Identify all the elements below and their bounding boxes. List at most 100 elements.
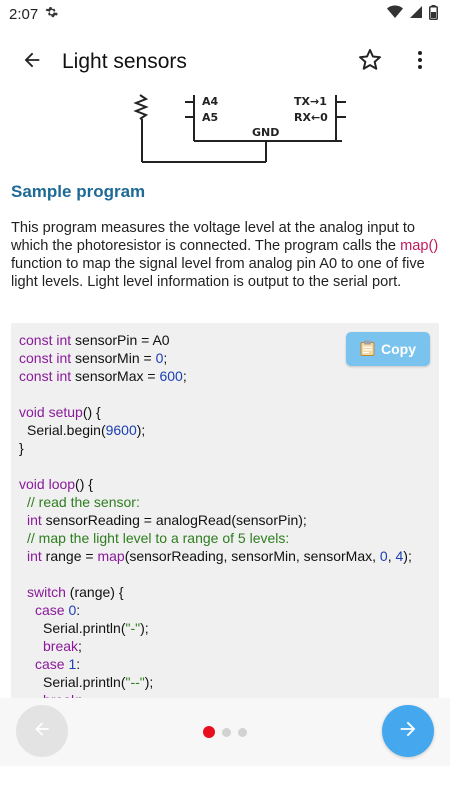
code-token: int [27, 548, 42, 564]
code-line: void setup() { [19, 403, 412, 421]
pin-label-tx: TX→1 [294, 95, 327, 108]
code-token: ; [163, 350, 168, 366]
code-token: (sensorReading, sensorMin, sensorMax, [124, 548, 380, 564]
code-token: 0 [379, 548, 388, 564]
code-token: int [27, 512, 42, 528]
code-token: sensorMax = [71, 368, 160, 384]
code-token: sensorReading = analogRead(sensorPin); [41, 512, 307, 528]
code-line: Serial.begin(9600); [19, 421, 412, 439]
code-token: ); [403, 548, 412, 564]
code-token: loop [48, 476, 76, 492]
code-token: // read the sensor: [27, 494, 140, 510]
pin-label-a5: A5 [202, 111, 219, 124]
status-time: 2:07 [9, 5, 39, 23]
code-line: int range = map(sensorReading, sensorMin… [19, 547, 412, 565]
code-token: Serial.println( [43, 674, 126, 690]
code-token: const int [19, 368, 72, 384]
previous-page-button[interactable] [16, 705, 68, 757]
copy-label: Copy [381, 341, 416, 357]
code-token: sensorPin = A0 [71, 332, 170, 348]
lesson-content[interactable]: A4 A5 TX→1 RX←0 GND Sample program This … [0, 90, 450, 698]
code-token: void [19, 476, 45, 492]
page-dot[interactable] [222, 727, 231, 737]
code-token: ); [140, 620, 149, 636]
code-token: void [19, 404, 45, 420]
code-line: Serial.println("-"); [19, 619, 412, 637]
description-paragraph: This program measures the voltage level … [11, 219, 439, 291]
code-token: (range) { [65, 584, 124, 600]
code-line: case 0: [19, 601, 412, 619]
pin-label-a4: A4 [202, 95, 219, 108]
code-token: () { [75, 476, 93, 492]
code-token: 600 [159, 368, 183, 384]
code-block[interactable]: const int sensorPin = A0 const int sensor… [11, 323, 439, 698]
arrow-right-icon [397, 718, 419, 745]
description-text-2: function to map the signal level from an… [11, 256, 425, 290]
page-dot[interactable] [203, 726, 215, 738]
code-token: } [19, 440, 24, 456]
code-token: range = [41, 548, 98, 564]
favorite-button[interactable] [348, 40, 392, 84]
code-token: const int [19, 332, 72, 348]
code-line: // map the light level to a range of 5 l… [19, 529, 412, 547]
back-button[interactable] [4, 34, 60, 90]
code-token: Serial.println( [43, 620, 126, 636]
code-token: ); [136, 422, 146, 438]
app-bar: Light sensors [0, 34, 450, 90]
code-token: ; [182, 368, 187, 384]
code-token: case [35, 656, 65, 672]
page-title: Light sensors [62, 50, 187, 73]
code-token: Serial.begin( [27, 422, 106, 438]
section-title: Sample program [11, 182, 146, 201]
code-token: : [76, 602, 81, 618]
more-options-button[interactable] [398, 40, 442, 84]
code-token: setup [48, 404, 83, 420]
code-token: ; [78, 638, 82, 654]
gear-icon [44, 5, 59, 24]
code-line: // read the sensor: [19, 493, 412, 511]
signal-icon [409, 5, 423, 23]
code-token: 9600 [105, 422, 137, 438]
pin-label-rx: RX←0 [294, 111, 328, 124]
arrow-left-icon [32, 719, 52, 744]
code-line: case 1: [19, 655, 412, 673]
code-line: Serial.println("--"); [19, 673, 412, 691]
code-token: , [387, 548, 396, 564]
code-token: () { [82, 404, 101, 420]
page-dot[interactable] [238, 727, 247, 737]
code-line: break; [19, 691, 412, 698]
wifi-icon [387, 5, 403, 23]
code-line: int sensorReading = analogRead(sensorPin… [19, 511, 412, 529]
copy-button[interactable]: Copy [346, 332, 430, 366]
code-line: const int sensorMax = 600; [19, 367, 412, 385]
star-outline-icon [357, 47, 383, 78]
clipboard-icon [360, 340, 375, 359]
code-token: switch [27, 584, 66, 600]
code-line: void loop() { [19, 475, 412, 493]
code-token: break [43, 638, 79, 654]
code-token: "--" [125, 674, 145, 690]
code-token: ); [144, 674, 154, 690]
bottom-navigation [0, 698, 450, 766]
code-token: : [76, 656, 81, 672]
page-indicator [203, 726, 247, 738]
code-line: switch (range) { [19, 583, 412, 601]
code-text: const int sensorPin = A0 const int sensor… [19, 331, 412, 698]
code-token: // map the light level to a range of 5 l… [27, 530, 290, 546]
status-bar: 2:07 [0, 0, 450, 28]
more-vert-icon [417, 50, 423, 75]
next-page-button[interactable] [382, 705, 434, 757]
circuit-schematic: A4 A5 TX→1 RX←0 GND [130, 90, 360, 166]
code-line: } [19, 439, 412, 457]
arrow-left-icon [21, 49, 43, 76]
code-token: const int [19, 350, 72, 366]
function-name-map: map() [400, 238, 439, 254]
code-token: map [97, 548, 125, 564]
gnd-label: GND [252, 126, 280, 139]
code-token: "-" [125, 620, 141, 636]
code-line: break; [19, 637, 412, 655]
code-token: case [35, 602, 65, 618]
